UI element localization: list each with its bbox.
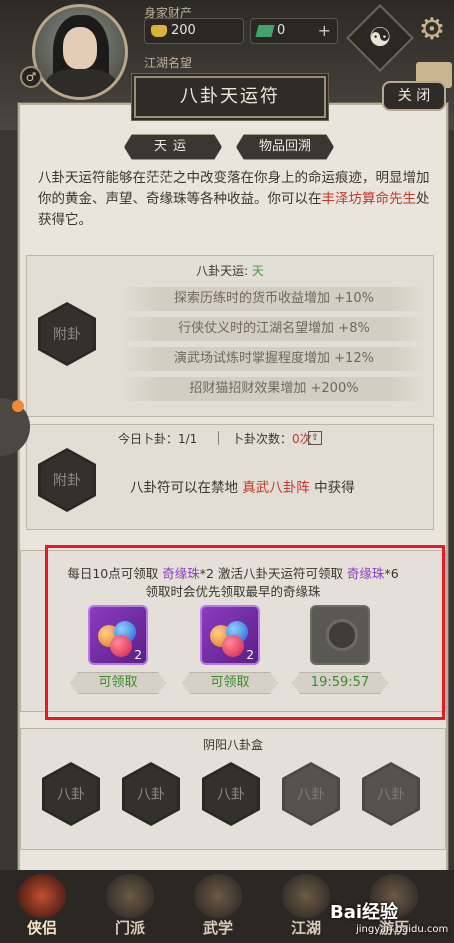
pearl-icon — [222, 635, 244, 657]
claim-item-name: 奇缘珠 — [346, 566, 385, 581]
gender-icon: ♂ — [20, 66, 42, 88]
nav-label: 武学 — [202, 919, 233, 937]
gold-value: 200 — [171, 23, 196, 38]
effect-row: 演武场试炼时掌握程度增加 +12% — [122, 347, 426, 371]
nav-label: 侠侣 — [26, 919, 57, 937]
source-place: 真武八卦阵 — [242, 480, 310, 496]
fortune-pearl-item[interactable]: 2 — [200, 605, 260, 665]
nav-item-martial-arts[interactable]: 武学 — [182, 874, 254, 938]
gold-ingot-icon — [151, 25, 167, 37]
tab-fortune[interactable]: 天运 — [124, 134, 222, 160]
claim-text: 每日10点可领取 — [67, 566, 163, 581]
item-count: 2 — [246, 648, 254, 662]
claim-priority-note: 领取时会优先领取最早的奇缘珠 — [145, 584, 321, 599]
item-count: 2 — [134, 648, 142, 662]
sect-icon — [106, 874, 154, 918]
divination-slot-label: 附卦 — [53, 473, 81, 489]
jianghu-icon — [282, 874, 330, 918]
effect-row: 招财猫招财效果增加 +200% — [122, 377, 426, 401]
nav-label: 门派 — [114, 919, 145, 937]
bagua-slot-label: 八卦 — [377, 787, 405, 803]
add-jade-button[interactable]: + — [318, 21, 331, 40]
claim-rule-line: 每日10点可领取 奇缘珠*2 激活八卦天运符可领取 奇缘珠*6 — [20, 563, 446, 582]
divination-today: 今日卜卦：1/1 — [118, 432, 198, 446]
gold-resource: 200 — [144, 18, 244, 44]
jade-resource: 0 + — [250, 18, 338, 44]
watermark-brand: Bai经验 — [330, 902, 399, 923]
effect-row: 探索历练时的货币收益增加 +10% — [122, 287, 426, 311]
fame-label: 江湖名望 — [144, 56, 193, 70]
fortune-heading-value: 天 — [251, 264, 264, 278]
claim-countdown: 19:59:57 — [292, 672, 388, 694]
notification-dot — [12, 400, 24, 412]
claim-item-name: 奇缘珠 — [162, 566, 200, 581]
locked-item-slot — [310, 605, 370, 665]
claim-button[interactable]: 可领取 — [70, 672, 166, 694]
divination-source: 八卦符可以在禁地 真武八卦阵 中获得 — [130, 476, 355, 496]
companion-icon — [18, 874, 66, 918]
fortune-heading-label: 八卦天运: — [196, 264, 252, 278]
effect-row: 行侠仗义时的江湖名望增加 +8% — [122, 317, 426, 341]
yinyang-box-heading: 阴阳八卦盒 — [202, 738, 263, 752]
pearl-icon — [110, 635, 132, 657]
source-suffix: 中获得 — [309, 480, 355, 496]
tab-item-retrace[interactable]: 物品回溯 — [236, 134, 334, 160]
nav-item-sect[interactable]: 门派 — [94, 874, 166, 938]
bagua-slot-label: 八卦 — [217, 787, 245, 803]
claim-text: *6 — [384, 566, 399, 581]
bagua-slot-label: 八卦 — [297, 787, 325, 803]
avatar-face — [63, 27, 97, 69]
divination-count: 卜卦次数：0次 — [232, 430, 312, 447]
martial-arts-icon — [194, 874, 242, 918]
avatar-robe — [45, 69, 117, 97]
add-count-icon[interactable]: ⇧ — [308, 431, 322, 445]
jade-icon — [255, 25, 275, 37]
claim-text: *2 激活八卦天运符可领取 — [199, 566, 347, 581]
item-description: 八卦天运符能够在茫茫之中改变落在你身上的命运痕迹，明显增加你的黄金、声望、奇缘珠… — [38, 168, 434, 231]
nav-item-companion[interactable]: 侠侣 — [6, 874, 78, 938]
description-place: 丰泽坊算命先生 — [321, 191, 417, 207]
source-prefix: 八卦符可以在禁地 — [130, 480, 243, 496]
bagua-slot-label: 八卦 — [137, 787, 165, 803]
yinyang-icon: ☯ — [368, 23, 392, 53]
jade-value: 0 — [277, 23, 286, 38]
fortune-heading: 八卦天运: 天 — [26, 262, 434, 279]
settings-gear-icon[interactable]: ⚙ — [414, 12, 450, 48]
dialog-title: 八卦天运符 — [134, 76, 326, 118]
divider — [218, 431, 219, 445]
bagua-slot-label: 八卦 — [57, 787, 85, 803]
lock-icon — [326, 619, 358, 651]
fortune-slot-label: 附卦 — [53, 327, 81, 343]
divination-count-label: 卜卦次数： — [232, 432, 293, 446]
close-button[interactable]: 关 闭 — [382, 81, 446, 111]
fortune-pearl-item[interactable]: 2 — [88, 605, 148, 665]
watermark-url: jingyan.baidu.com — [356, 924, 449, 935]
claim-button[interactable]: 可领取 — [182, 672, 278, 694]
player-avatar[interactable] — [32, 4, 128, 100]
